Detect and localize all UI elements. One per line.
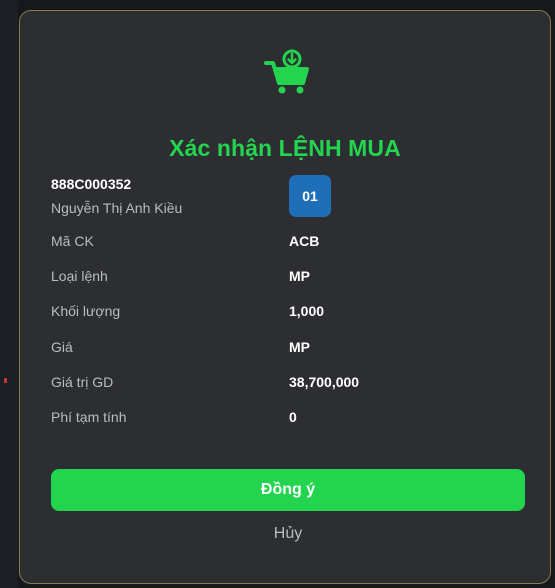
detail-row-price: Giá MP bbox=[51, 339, 521, 359]
account-holder-name: Nguyễn Thị Anh Kiều bbox=[51, 200, 183, 216]
trade-value-label: Giá trị GD bbox=[51, 374, 114, 390]
symbol-value: ACB bbox=[289, 233, 320, 249]
quantity-value: 1,000 bbox=[289, 303, 325, 319]
trade-value-value: 38,700,000 bbox=[289, 374, 360, 390]
estimated-fee-value: 0 bbox=[289, 409, 297, 425]
shopping-cart-download-icon bbox=[264, 49, 309, 94]
price-label: Giá bbox=[51, 339, 73, 355]
price-value: MP bbox=[289, 339, 310, 355]
account-number: 888C000352 bbox=[51, 176, 132, 192]
detail-row-estimated-fee: Phí tạm tính 0 bbox=[51, 409, 521, 429]
confirm-button[interactable]: Đồng ý bbox=[51, 469, 525, 511]
background-marker bbox=[4, 378, 7, 383]
detail-row-quantity: Khối lượng 1,000 bbox=[51, 303, 521, 323]
order-type-value: MP bbox=[289, 268, 310, 284]
sub-account-badge: 01 bbox=[289, 175, 331, 217]
quantity-label: Khối lượng bbox=[51, 303, 121, 319]
estimated-fee-label: Phí tạm tính bbox=[51, 409, 127, 425]
symbol-label: Mã CK bbox=[51, 233, 94, 249]
dialog-title: Xác nhận LỆNH MUA bbox=[169, 135, 401, 161]
detail-row-symbol: Mã CK ACB bbox=[51, 233, 521, 253]
detail-row-order-type: Loại lệnh MP bbox=[51, 268, 521, 288]
background-panel-edge bbox=[0, 0, 18, 588]
cancel-button[interactable]: Hủy bbox=[238, 521, 338, 547]
order-type-label: Loại lệnh bbox=[51, 268, 108, 284]
buy-order-confirmation-dialog: Xác nhận LỆNH MUA 888C000352 Nguyễn Thị … bbox=[19, 10, 551, 584]
detail-row-trade-value: Giá trị GD 38,700,000 bbox=[51, 374, 521, 394]
